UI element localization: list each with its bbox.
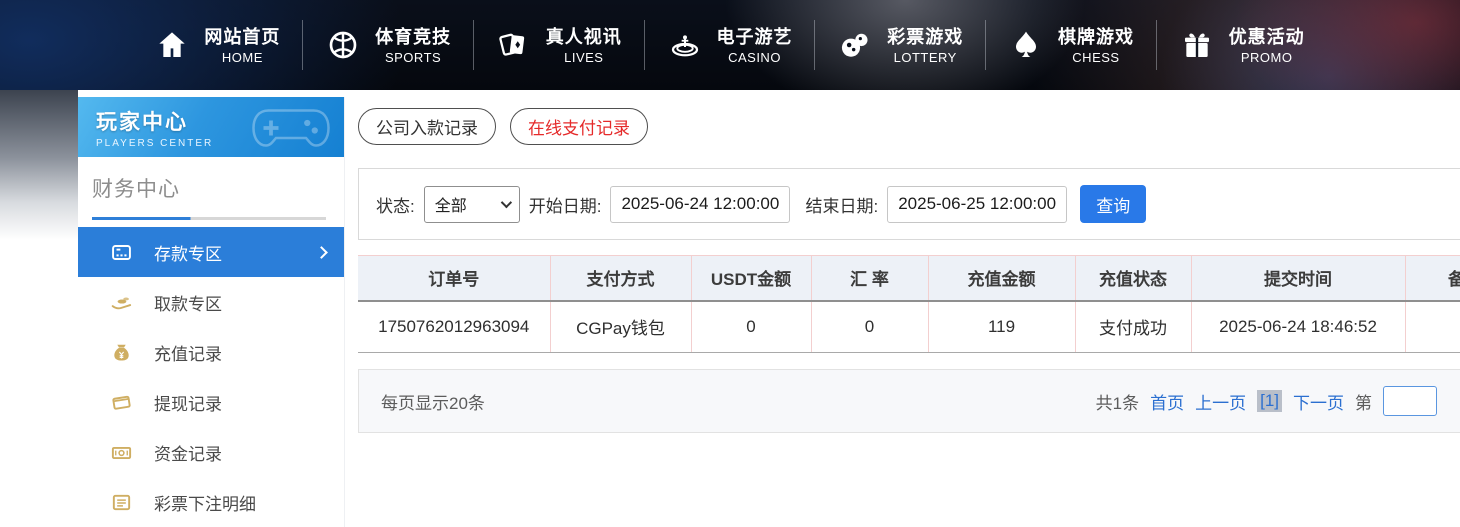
top-navigation-bar: 网站首页 HOME 体育竞技 SPORTS 真人视讯 LIVES 电子游艺 CA… [0, 0, 1460, 90]
nav-item-home[interactable]: 网站首页 HOME [133, 0, 304, 90]
nav-label-en: CASINO [717, 49, 793, 66]
jump-page-label: 第 [1355, 389, 1372, 414]
cell-usdt-amount: 0 [691, 301, 811, 353]
col-recharge-amount: 充值金额 [928, 256, 1075, 301]
sidebar-item-lottery-bet-details[interactable]: 彩票下注明细 [78, 477, 344, 527]
sidebar-item-label: 提现记录 [154, 390, 222, 415]
pagination-bar: 每页显示20条 共1条 首页 上一页 [1] 下一页 第 [358, 369, 1460, 433]
start-date-input[interactable] [610, 186, 790, 223]
current-page-indicator: [1] [1257, 390, 1282, 412]
finance-center-section: 财务中心 [78, 157, 344, 220]
chevron-down-icon [500, 197, 511, 208]
prev-page-link[interactable]: 上一页 [1195, 389, 1246, 414]
sidebar-item-label: 存款专区 [154, 240, 222, 265]
nav-item-lottery[interactable]: 彩票游戏 LOTTERY [815, 0, 986, 90]
funds-record-icon [108, 439, 134, 465]
cell-recharge-amount: 119 [928, 301, 1075, 353]
col-remark: 备注 [1405, 256, 1460, 301]
sidebar-item-withdrawal-records[interactable]: 提现记录 [78, 377, 344, 427]
nav-label-en: PROMO [1229, 49, 1305, 66]
table-row: 1750762012963094 CGPay钱包 0 0 119 支付成功 20… [358, 301, 1460, 353]
col-recharge-status: 充值状态 [1075, 256, 1191, 301]
nav-label-zh: 优惠活动 [1229, 25, 1305, 49]
nav-item-sports[interactable]: 体育竞技 SPORTS [303, 0, 474, 90]
filter-bar: 状态: 全部 开始日期: 结束日期: 查询 [358, 168, 1460, 240]
first-page-link[interactable]: 首页 [1150, 389, 1184, 414]
payment-records-table: 订单号 支付方式 USDT金额 汇 率 充值金额 充值状态 提交时间 备注 17… [358, 255, 1460, 353]
lottery-balls-icon [838, 28, 872, 62]
col-payment-method: 支付方式 [550, 256, 691, 301]
page-size-text: 每页显示20条 [381, 389, 485, 414]
sidebar-menu: 存款专区 取款专区 充值记录 提现记录 [78, 227, 344, 527]
roulette-icon [668, 28, 702, 62]
nav-item-lives[interactable]: 真人视讯 LIVES [474, 0, 645, 90]
main-content: 公司入款记录 在线支付记录 状态: 全部 开始日期: 结束日期: 查询 订单号 … [358, 97, 1460, 433]
spade-icon [1009, 28, 1043, 62]
cell-payment-method: CGPay钱包 [550, 301, 691, 353]
status-label: 状态: [376, 192, 415, 217]
nav-label-en: HOME [204, 49, 280, 66]
sidebar-item-label: 彩票下注明细 [154, 490, 256, 515]
nav-item-casino[interactable]: 电子游艺 CASINO [645, 0, 816, 90]
section-underline [92, 217, 326, 220]
gamepad-icon [248, 103, 334, 157]
nav-label-en: LIVES [546, 49, 622, 66]
pagination-controls: 共1条 首页 上一页 [1] 下一页 第 [1096, 386, 1437, 416]
col-usdt-amount: USDT金额 [691, 256, 811, 301]
nav-label-en: LOTTERY [887, 49, 963, 66]
sidebar-item-funds-records[interactable]: 资金记录 [78, 427, 344, 477]
gift-icon [1180, 28, 1214, 62]
nav-label-zh: 网站首页 [204, 25, 280, 49]
playing-cards-icon [497, 28, 531, 62]
cell-submit-time: 2025-06-24 18:46:52 [1191, 301, 1405, 353]
col-exchange-rate: 汇 率 [811, 256, 928, 301]
cell-remark [1405, 301, 1460, 353]
end-date-label: 结束日期: [805, 192, 878, 217]
col-submit-time: 提交时间 [1191, 256, 1405, 301]
start-date-label: 开始日期: [529, 192, 602, 217]
table-header-row: 订单号 支付方式 USDT金额 汇 率 充值金额 充值状态 提交时间 备注 [358, 256, 1460, 301]
cell-recharge-status: 支付成功 [1075, 301, 1191, 353]
nav-label-en: CHESS [1058, 49, 1134, 66]
deposit-icon [108, 239, 134, 265]
players-center-header: 玩家中心 PLAYERS CENTER [78, 97, 344, 157]
nav-label-zh: 真人视讯 [546, 25, 622, 49]
next-page-link[interactable]: 下一页 [1293, 389, 1344, 414]
sidebar-item-deposit[interactable]: 存款专区 [78, 227, 344, 277]
withdrawal-record-icon [108, 389, 134, 415]
lottery-bets-icon [108, 489, 134, 515]
withdraw-icon [108, 289, 134, 315]
finance-center-title: 财务中心 [92, 173, 326, 217]
tab-company-deposit-records[interactable]: 公司入款记录 [358, 108, 496, 145]
record-tabs: 公司入款记录 在线支付记录 [358, 108, 1460, 145]
nav-item-chess[interactable]: 棋牌游戏 CHESS [986, 0, 1157, 90]
jump-page-input[interactable] [1383, 386, 1437, 416]
home-icon [155, 28, 189, 62]
end-date-input[interactable] [887, 186, 1067, 223]
col-order-number: 订单号 [358, 256, 550, 301]
sidebar-item-label: 取款专区 [154, 290, 222, 315]
nav-item-promo[interactable]: 优惠活动 PROMO [1157, 0, 1328, 90]
tab-online-payment-records[interactable]: 在线支付记录 [510, 108, 648, 145]
chevron-right-icon [315, 246, 328, 259]
cell-exchange-rate: 0 [811, 301, 928, 353]
sidebar-item-recharge-records[interactable]: 充值记录 [78, 327, 344, 377]
query-button[interactable]: 查询 [1080, 185, 1146, 223]
background-fade-strip [0, 90, 78, 240]
nav-label-zh: 棋牌游戏 [1058, 25, 1134, 49]
sidebar-item-withdraw[interactable]: 取款专区 [78, 277, 344, 327]
sidebar-item-label: 充值记录 [154, 340, 222, 365]
cell-order-number: 1750762012963094 [358, 301, 550, 353]
status-select[interactable]: 全部 [424, 186, 520, 223]
nav-label-zh: 彩票游戏 [887, 25, 963, 49]
sidebar: 玩家中心 PLAYERS CENTER 财务中心 存款专区 取款专区 [78, 97, 345, 527]
nav-label-zh: 体育竞技 [375, 25, 451, 49]
recharge-record-icon [108, 339, 134, 365]
total-count-text: 共1条 [1096, 389, 1139, 414]
sidebar-item-label: 资金记录 [154, 440, 222, 465]
status-select-value: 全部 [435, 192, 467, 216]
sports-ball-icon [326, 28, 360, 62]
nav-label-en: SPORTS [375, 49, 451, 66]
nav-label-zh: 电子游艺 [717, 25, 793, 49]
